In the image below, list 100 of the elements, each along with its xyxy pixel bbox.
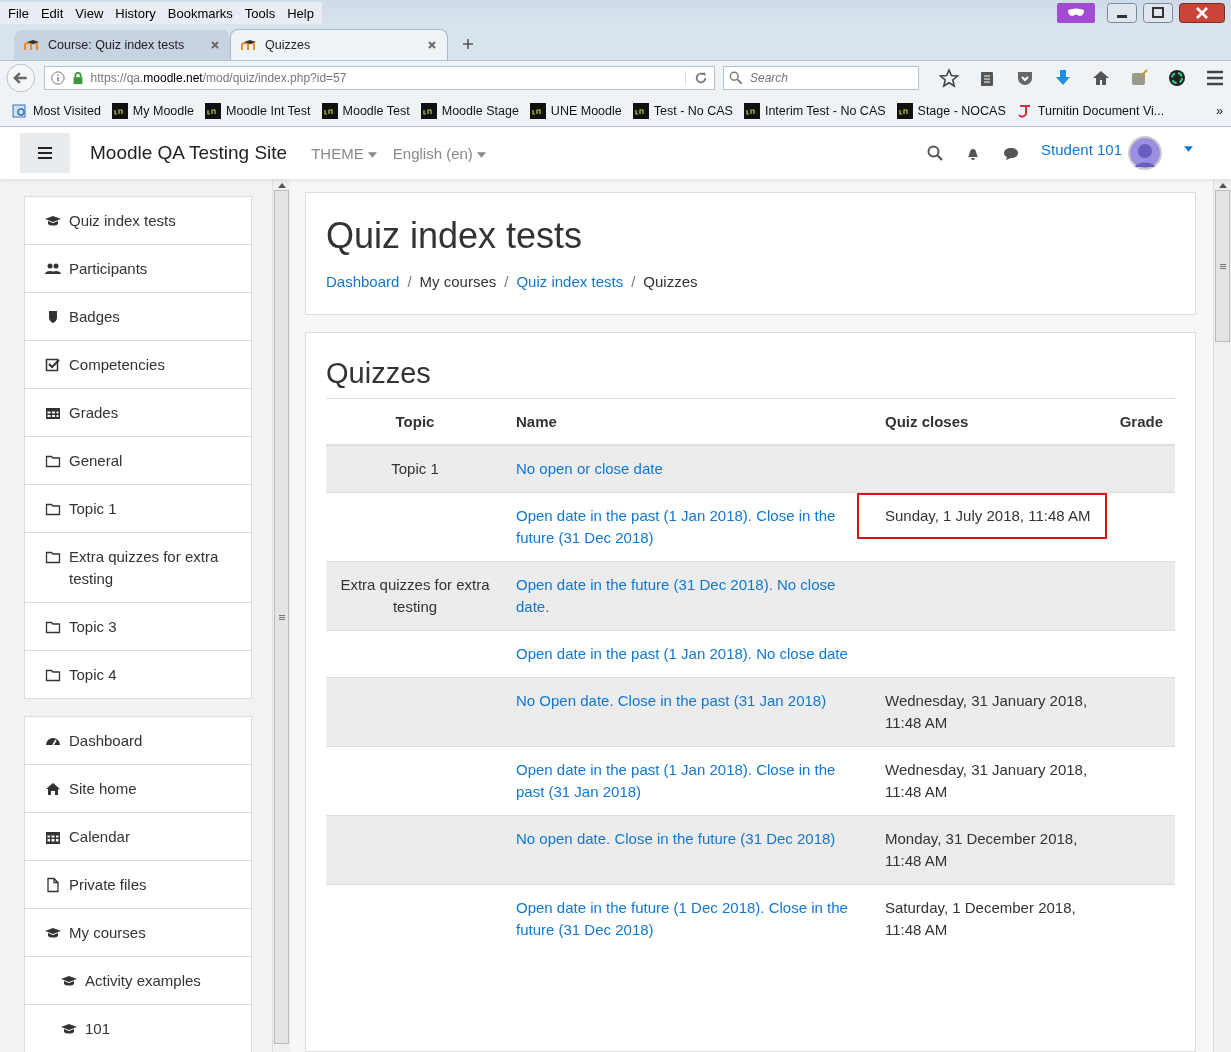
bookmark-item[interactable]: UNE Moodle	[529, 102, 622, 119]
more-bookmarks[interactable]: »	[1216, 103, 1223, 118]
chat-icon[interactable]	[1003, 145, 1020, 161]
close-icon[interactable]	[1179, 3, 1225, 23]
close-tab-icon[interactable]	[427, 40, 437, 50]
bookmark-item[interactable]: Moodle Test	[321, 102, 410, 119]
quiz-link[interactable]: Open date in the past (1 Jan 2018). Close in the future (31 Dec 2018)	[516, 505, 861, 549]
menu-item[interactable]: History	[115, 5, 156, 21]
quiz-link[interactable]: Open date in the future (1 Dec 2018). Close in the future (31 Dec 2018)	[516, 897, 861, 941]
menu-icon	[37, 146, 53, 160]
nav-item[interactable]: Calendar	[25, 812, 251, 860]
search-icon	[729, 71, 743, 85]
column-header: Quiz closes	[885, 413, 969, 430]
dropdown-menu[interactable]: English (en)	[392, 144, 487, 162]
nav-item[interactable]: My courses	[25, 908, 251, 956]
menu-item[interactable]: Help	[287, 5, 314, 21]
nav-item[interactable]: 101	[25, 1004, 251, 1052]
menu-item[interactable]: Bookmarks	[167, 5, 233, 21]
nav-icon	[45, 405, 61, 421]
mask-icon	[1057, 3, 1095, 23]
breadcrumb-separator: /	[407, 273, 412, 290]
menu-item[interactable]: Edit	[40, 5, 64, 21]
url-field[interactable]: https://qa.moodle.net/mod/quiz/index.php?id=57	[43, 66, 715, 90]
nav-icon	[45, 501, 61, 517]
nav-icon	[45, 357, 61, 373]
column-header: Name	[516, 413, 557, 430]
avatar-icon[interactable]	[1128, 136, 1162, 170]
search-icon[interactable]	[927, 145, 944, 161]
menu-button[interactable]	[20, 133, 70, 173]
menu-item[interactable]: Tools	[244, 5, 276, 21]
bookmark-item[interactable]: Turnitin Document Vi...	[1016, 102, 1165, 119]
column-header: Topic	[395, 413, 435, 430]
page-title: Quiz index tests	[326, 215, 584, 257]
dropdown-menu[interactable]: THEME	[311, 144, 377, 162]
nav-item[interactable]: Topic 1	[25, 484, 251, 532]
nav-icon	[45, 667, 61, 683]
home-icon[interactable]	[1091, 68, 1111, 88]
star-icon[interactable]	[939, 68, 959, 88]
bookmark-item[interactable]: Interim Test - No CAS	[743, 102, 886, 119]
reload-icon[interactable]	[685, 71, 708, 85]
site-logo-icon	[529, 102, 546, 119]
nav-item[interactable]: Badges	[25, 292, 251, 340]
nav-item[interactable]: Participants	[25, 244, 251, 292]
nav-icon	[45, 619, 61, 635]
close-tab-icon[interactable]	[210, 40, 220, 50]
site-name[interactable]: Moodle QA Testing Site	[90, 142, 288, 164]
bookmark-item[interactable]: Most Visited	[12, 102, 101, 119]
breadcrumb-item[interactable]: Quiz index tests	[516, 273, 624, 290]
nav-item[interactable]: Activity examples	[25, 956, 251, 1004]
breadcrumb-item: Quizzes	[643, 273, 698, 290]
nav-item[interactable]: Dashboard	[25, 717, 251, 764]
caret-icon	[477, 151, 487, 158]
search-field[interactable]: Search	[723, 66, 919, 90]
close-date: Wednesday, 31 January 2018, 11:48 AM	[885, 760, 1089, 802]
close-date: Saturday, 1 December 2018, 11:48 AM	[885, 898, 1077, 940]
browser-tab[interactable]: Course: Quiz index tests	[14, 30, 230, 60]
caret-icon[interactable]	[1184, 146, 1193, 152]
topic-name: Topic 1	[391, 460, 439, 477]
nav-icon	[45, 453, 61, 469]
menu-item[interactable]: View	[75, 5, 104, 21]
breadcrumb-item[interactable]: Dashboard	[326, 273, 400, 290]
logo-icon	[241, 39, 257, 51]
maximize-icon[interactable]	[1143, 3, 1173, 23]
bookmark-item[interactable]: Moodle Int Test	[205, 102, 311, 119]
bookmark-item[interactable]: Test - No CAS	[632, 102, 733, 119]
info-icon[interactable]	[50, 71, 65, 85]
bookmark-item[interactable]: Stage - NOCAS	[896, 102, 1006, 119]
site-logo-icon	[111, 102, 128, 119]
scroll-up-icon[interactable]	[277, 183, 286, 188]
new-tab-icon[interactable]	[462, 38, 474, 50]
breadcrumb-item: My courses	[419, 273, 497, 290]
quiz-link[interactable]: Open date in the past (1 Jan 2018). Close in the past (31 Jan 2018)	[516, 759, 861, 803]
bookmark-item[interactable]: My Moodle	[111, 102, 194, 119]
nav-icon	[45, 261, 61, 277]
nav-item[interactable]: Extra quizzes for extra testing	[25, 532, 251, 602]
menu-icon[interactable]	[1205, 68, 1225, 88]
back-icon[interactable]	[6, 63, 36, 93]
nav-icon	[45, 781, 61, 797]
nav-item[interactable]: Competencies	[25, 340, 251, 388]
minimize-icon[interactable]	[1107, 3, 1137, 23]
nav-item[interactable]: Quiz index tests	[25, 197, 251, 244]
scroll-up-icon[interactable]	[1218, 183, 1227, 188]
bookmark-item[interactable]: Moodle Stage	[420, 102, 519, 119]
breadcrumb-separator: /	[631, 273, 636, 290]
user-name[interactable]: Student 101	[1041, 140, 1122, 158]
colorwheel-icon[interactable]	[1167, 68, 1187, 88]
nav-item[interactable]: Topic 4	[25, 650, 251, 698]
section-heading: Quizzes	[326, 357, 432, 390]
nav-icon	[45, 877, 61, 893]
nav-item[interactable]: Grades	[25, 388, 251, 436]
nav-item[interactable]: General	[25, 436, 251, 484]
nav-item[interactable]: Site home	[25, 764, 251, 812]
quiz-link[interactable]: Open date in the past (1 Jan 2018). No close date	[516, 643, 861, 665]
logo-icon	[24, 39, 40, 51]
browser-tab[interactable]: Quizzes	[230, 29, 448, 60]
nav-item[interactable]: Topic 3	[25, 602, 251, 650]
nav-item[interactable]: Private files	[25, 860, 251, 908]
menu-item[interactable]: File	[8, 5, 29, 21]
close-date: Monday, 31 December 2018, 11:48 AM	[885, 829, 1079, 871]
site-logo-icon	[743, 102, 760, 119]
